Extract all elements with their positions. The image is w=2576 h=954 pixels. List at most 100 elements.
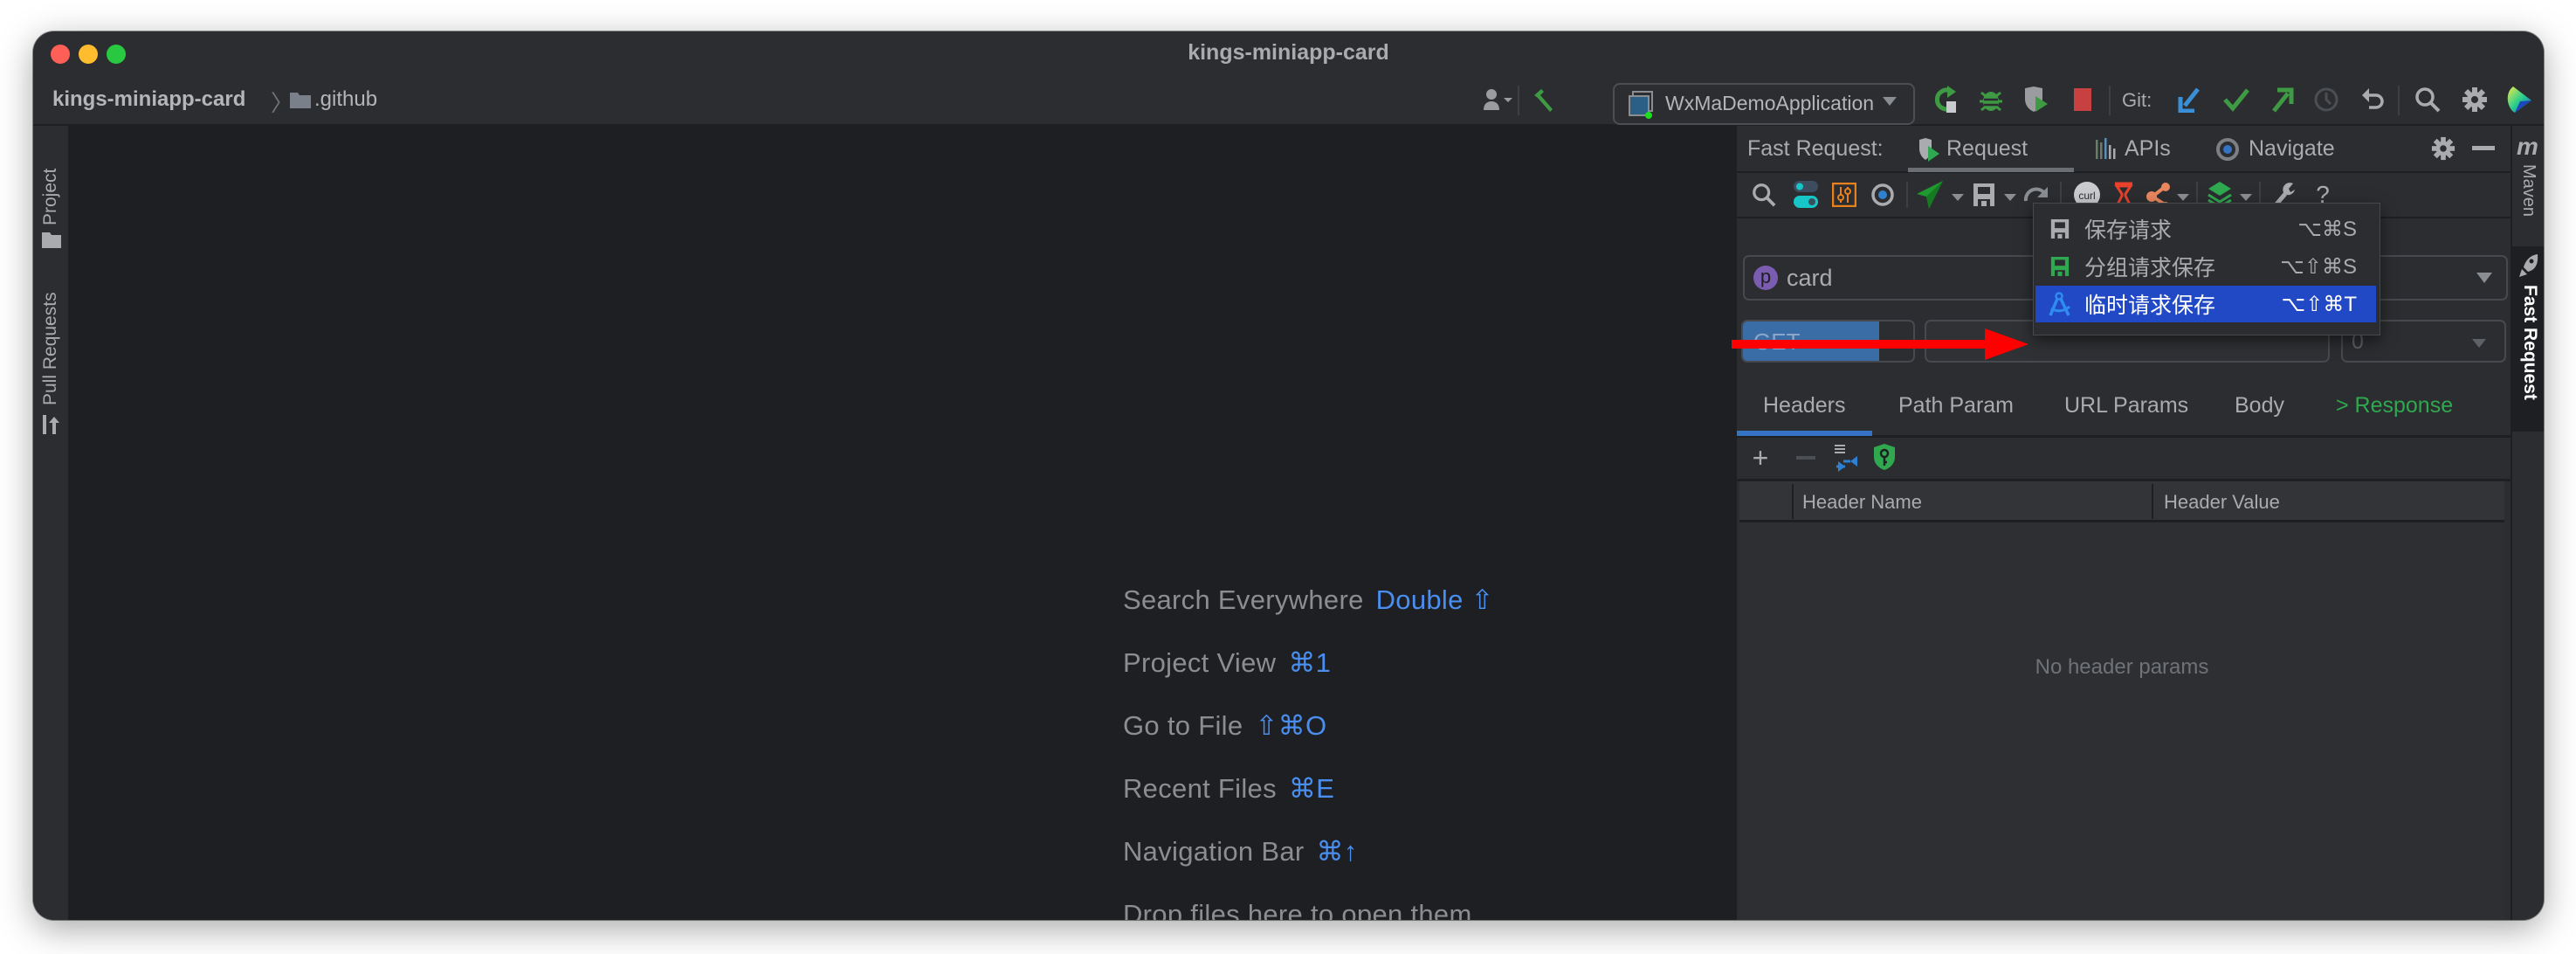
save-icon[interactable] — [1969, 180, 1999, 210]
rollback-icon[interactable] — [2357, 84, 2388, 115]
menu-item-label: 临时请求保存 — [2084, 294, 2216, 318]
chevron-down-icon[interactable] — [2004, 190, 2016, 206]
import-headers-icon[interactable] — [1831, 443, 1861, 473]
right-tool-stripe: m Maven Fast Request — [2511, 126, 2544, 920]
build-hammer-icon[interactable] — [1528, 84, 1560, 115]
tab-path-param-label: Path Param — [1898, 393, 2015, 418]
vcs-user-icon[interactable] — [1483, 84, 1514, 115]
navigate-icon — [2215, 137, 2240, 166]
search-icon[interactable] — [1749, 180, 1779, 210]
window-title: kings-miniapp-card — [1188, 40, 1389, 65]
chevron-down-icon — [2472, 337, 2486, 353]
run-with-coverage-icon[interactable] — [2021, 84, 2052, 115]
tab-body[interactable]: Body — [2208, 381, 2311, 435]
debug-icon[interactable] — [1975, 84, 2007, 115]
tab-navigate-label: Navigate — [2249, 136, 2335, 161]
target-icon[interactable] — [1868, 180, 1898, 210]
chevron-down-icon — [1882, 95, 1898, 112]
hide-panel-minimize-icon[interactable] — [2469, 134, 2498, 163]
config-sliders-icon[interactable] — [1829, 180, 1859, 210]
tab-request[interactable]: Request — [1908, 126, 2074, 172]
tool-tab-fast-request-label: Fast Request — [2520, 285, 2540, 400]
search-icon[interactable] — [2412, 84, 2443, 115]
panel-header: Fast Request: Request APIs Navigate — [1737, 126, 2512, 173]
hint-navigation-bar: Navigation Bar ⌘↑ — [1123, 836, 1358, 868]
breadcrumb-project[interactable]: kings-miniapp-card — [52, 87, 245, 112]
folder-icon — [42, 232, 61, 252]
svg-text:curl: curl — [2078, 190, 2095, 202]
column-header-name[interactable]: Header Name — [1802, 491, 1922, 514]
menu-item-group-save[interactable]: 分组请求保存 ⌥⇧⌘S — [2035, 248, 2376, 285]
tab-url-params[interactable]: URL Params — [2038, 381, 2208, 435]
tab-response[interactable]: > Response — [2311, 381, 2469, 435]
title-bar: kings-miniapp-card — [33, 31, 2544, 77]
headers-toolbar: + — [1737, 437, 2512, 481]
hint-search-everywhere: Search Everywhere Double ⇧ — [1123, 584, 1494, 616]
hint-label: Recent Files — [1123, 773, 1277, 804]
menu-item-shortcut: ⌥⇧⌘T — [2281, 292, 2357, 316]
headers-table-body: No header params — [1739, 522, 2504, 920]
panel-settings-gear-icon[interactable] — [2428, 134, 2458, 163]
menu-item-shortcut: ⌥⌘S — [2297, 217, 2357, 241]
pull-request-icon — [42, 414, 61, 439]
hint-label: Navigation Bar — [1123, 836, 1305, 867]
tab-url-params-label: URL Params — [2064, 393, 2189, 418]
history-icon[interactable] — [2311, 84, 2342, 115]
left-tool-stripe: Project Pull Requests — [33, 126, 70, 920]
tool-tab-project[interactable]: Project — [33, 131, 68, 262]
run-config-label: WxMaDemoApplication — [1665, 92, 1875, 114]
git-push-icon[interactable] — [2267, 84, 2298, 115]
rocket-icon — [2518, 253, 2539, 282]
tool-tab-pull-requests-label: Pull Requests — [40, 292, 60, 405]
stop-icon[interactable] — [2067, 84, 2098, 115]
tab-apis[interactable]: APIs — [2093, 126, 2207, 171]
folder-icon — [290, 91, 311, 113]
hint-label: Project View — [1123, 647, 1277, 678]
tab-path-param[interactable]: Path Param — [1872, 381, 2038, 435]
menu-item-label: 保存请求 — [2084, 218, 2173, 243]
settings-gear-icon[interactable] — [2459, 84, 2490, 115]
add-header-icon[interactable]: + — [1746, 442, 1775, 474]
hint-label: Go to File — [1123, 710, 1243, 741]
annotation-red-arrow — [1732, 328, 2037, 368]
save-request-menu: 保存请求 ⌥⌘S 分组请求保存 ⌥⇧⌘S 临时请求保存 ⌥⇧⌘T — [2033, 203, 2380, 335]
hint-shortcut: ⇧⌘O — [1255, 710, 1327, 741]
param-tabs: Headers Path Param URL Params Body > Res… — [1737, 381, 2512, 438]
toolbar-separator — [2109, 86, 2111, 115]
active-tab-underline — [1908, 168, 2074, 172]
save-icon — [2042, 218, 2077, 239]
tab-request-label: Request — [1946, 136, 2028, 161]
toggle-icon[interactable] — [1791, 180, 1821, 210]
tab-navigate[interactable]: Navigate — [2214, 126, 2362, 171]
tool-tab-project-label: Project — [40, 168, 60, 225]
hint-shortcut: ⌘1 — [1288, 647, 1332, 678]
panel-title: Fast Request: — [1747, 136, 1884, 161]
toolbox-logo-icon[interactable] — [2504, 84, 2535, 115]
chevron-down-icon[interactable] — [1952, 190, 1964, 206]
project-module-value: card — [1787, 265, 1833, 291]
git-update-icon[interactable] — [2173, 84, 2205, 115]
column-divider — [2152, 484, 2153, 519]
hint-shortcut: ⌘E — [1288, 773, 1335, 804]
run-config-selector[interactable]: WxMaDemoApplication — [1613, 83, 1915, 125]
tool-tab-fast-request[interactable]: Fast Request — [2512, 246, 2544, 432]
tool-tab-pull-requests[interactable]: Pull Requests — [33, 257, 68, 434]
git-commit-icon[interactable] — [2221, 84, 2252, 115]
tab-headers-label: Headers — [1763, 393, 1846, 418]
tab-headers[interactable]: Headers — [1737, 381, 1872, 436]
security-key-shield-icon[interactable] — [1870, 442, 1899, 472]
menu-item-temp-save[interactable]: 临时请求保存 ⌥⇧⌘T — [2035, 286, 2376, 322]
application-icon — [1629, 91, 1655, 123]
send-request-icon[interactable] — [1915, 180, 1945, 210]
navigation-bar: kings-miniapp-card 〉 .github WxMaDemoApp… — [33, 77, 2544, 126]
tool-tab-maven-label: Maven — [2519, 164, 2538, 218]
rerun-icon[interactable] — [1931, 84, 1962, 115]
column-header-value[interactable]: Header Value — [2164, 491, 2280, 514]
remove-header-icon[interactable] — [1791, 443, 1821, 473]
tool-tab-maven[interactable]: m Maven — [2512, 126, 2544, 239]
breadcrumb-folder[interactable]: .github — [314, 87, 377, 112]
toolbar-separator — [1906, 182, 1908, 208]
hint-project-view: Project View ⌘1 — [1123, 647, 1331, 679]
menu-item-save-request[interactable]: 保存请求 ⌥⌘S — [2035, 211, 2376, 247]
empty-table-message: No header params — [2035, 655, 2209, 679]
